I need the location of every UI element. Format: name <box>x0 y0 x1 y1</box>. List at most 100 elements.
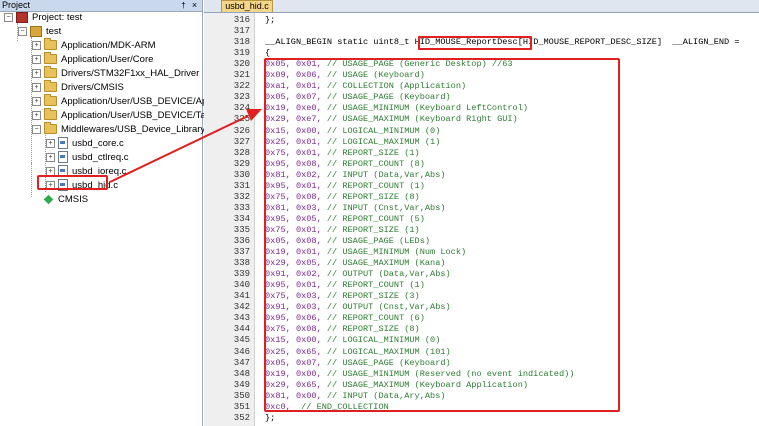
code-comment: // LOGICAL_MINIMUM (0) <box>321 125 441 136</box>
tree-item-drivers-cmsis[interactable]: + Drivers/CMSIS <box>32 80 124 95</box>
code-line: 0x25, 0x01, // LOGICAL_MAXIMUM (1) <box>265 137 440 148</box>
expand-icon[interactable]: + <box>32 40 41 50</box>
hex-values: 0xc0, <box>265 401 291 412</box>
expand-icon[interactable]: + <box>46 138 55 148</box>
code-comment: // LOGICAL_MAXIMUM (1) <box>321 136 441 147</box>
hex-values: 0x25, 0x01, <box>265 136 322 147</box>
code-line: 0x15, 0x00, // LOGICAL_MINIMUM (0) <box>265 126 440 137</box>
code-line: 0x95, 0x01, // REPORT_COUNT (1) <box>265 280 425 291</box>
tree-item-mdk-arm[interactable]: + Application/MDK-ARM <box>32 38 156 53</box>
expand-icon[interactable]: + <box>32 82 41 92</box>
collapse-icon[interactable]: − <box>4 12 13 22</box>
tree-item-label: Drivers/CMSIS <box>61 82 124 93</box>
code-comment: // REPORT_SIZE (1) <box>321 147 420 158</box>
line-number: 335 <box>233 224 250 235</box>
line-number: 340 <box>233 280 250 291</box>
code-comment: // OUTPUT (Cnst,Var,Abs) <box>321 302 451 313</box>
pin-icon[interactable]: † <box>179 0 188 11</box>
editor-pane: usbd_hid.c 316 317 318 319 320 321 322 323 324 32… <box>204 0 759 426</box>
code-comment: // COLLECTION (Application) <box>321 81 467 92</box>
line-number: 349 <box>233 379 250 390</box>
tree-item-user-core[interactable]: + Application/User/Core <box>32 52 153 67</box>
code-line: 0x75, 0x08, // REPORT_SIZE (8) <box>265 192 420 203</box>
line-number: 327 <box>233 136 250 147</box>
tree-item-target[interactable]: − test <box>18 25 61 39</box>
line-number: 321 <box>233 70 250 81</box>
line-number: 320 <box>233 59 250 70</box>
line-number: 331 <box>233 180 250 191</box>
hex-values: 0x29, 0x65, <box>265 379 322 390</box>
line-number: 323 <box>233 92 250 103</box>
line-number: 346 <box>233 346 250 357</box>
code-line: 0x19, 0x01, // USAGE_MINIMUM (Num Lock) <box>265 247 466 258</box>
file-highlight-box <box>37 175 108 190</box>
tree-item-project[interactable]: − Project: test <box>4 11 82 25</box>
hex-values: 0x91, 0x03, <box>265 302 322 313</box>
tree-item-cmsis[interactable]: CMSIS <box>32 193 88 207</box>
hex-values: 0x19, 0x01, <box>265 247 322 258</box>
hex-values: 0x95, 0x08, <box>265 158 322 169</box>
line-number: 345 <box>233 335 250 346</box>
code-line: __ALIGN_BEGIN static uint8_t HID_MOUSE_R… <box>265 37 739 48</box>
code-line: 0x81, 0x00, // INPUT (Data,Ary,Abs) <box>265 391 446 402</box>
code-comment: // USAGE_PAGE (Keyboard) <box>321 357 451 368</box>
collapse-icon[interactable]: − <box>18 26 27 36</box>
tree-item-label: usbd_core.c <box>72 138 124 149</box>
line-number: 347 <box>233 357 250 368</box>
hex-values: 0x75, 0x08, <box>265 324 322 335</box>
code-text: { <box>265 48 271 59</box>
code-line: 0x09, 0x06, // USAGE (Keyboard) <box>265 70 425 81</box>
line-number: 330 <box>233 169 250 180</box>
expand-icon[interactable]: + <box>32 68 41 78</box>
code-comment: // END_COLLECTION <box>290 401 389 412</box>
hex-values: 0xa1, 0x01, <box>265 81 322 92</box>
code-comment: // REPORT_COUNT (6) <box>321 313 425 324</box>
tree-item-usb-device-target[interactable]: + Application/User/USB_DEVICE/Target <box>32 108 223 123</box>
code-line: 0xa1, 0x01, // COLLECTION (Application) <box>265 81 466 92</box>
collapse-icon[interactable]: − <box>32 124 41 134</box>
line-number: 344 <box>233 324 250 335</box>
code-line: 0x75, 0x01, // REPORT_SIZE (1) <box>265 148 420 159</box>
code-line: 0x75, 0x08, // REPORT_SIZE (8) <box>265 324 420 335</box>
cmsis-icon <box>43 194 54 205</box>
tree-item-label: Drivers/STM32F1xx_HAL_Driver <box>61 68 200 79</box>
hex-values: 0x95, 0x01, <box>265 180 322 191</box>
code-comment: // REPORT_SIZE (1) <box>321 224 420 235</box>
project-panel: Project † × − Project: test − test + Applicat… <box>0 0 222 426</box>
line-number: 339 <box>233 269 250 280</box>
hex-values: 0x05, 0x01, <box>265 59 322 70</box>
panel-title: Project <box>2 0 31 10</box>
line-number: 352 <box>233 412 250 423</box>
hex-values: 0x25, 0x65, <box>265 346 322 357</box>
code-text: }; <box>265 412 276 423</box>
hex-values: 0x05, 0x07, <box>265 92 322 103</box>
close-icon[interactable]: × <box>190 0 199 11</box>
code-line: 0x05, 0x01, // USAGE_PAGE (Generic Deskt… <box>265 59 513 70</box>
line-number: 319 <box>233 48 250 59</box>
hex-values: 0x09, 0x06, <box>265 70 322 81</box>
tree-item-label: Middlewares/USB_Device_Library <box>61 124 206 135</box>
expand-icon[interactable]: + <box>32 96 41 106</box>
code-comment: // USAGE_PAGE (Keyboard) <box>321 92 451 103</box>
declaration-prefix: __ALIGN_BEGIN static uint8_t <box>265 37 415 48</box>
tree-item-hal-driver[interactable]: + Drivers/STM32F1xx_HAL_Driver <box>32 66 200 81</box>
folder-icon <box>44 94 57 107</box>
tree-item-label: Application/User/USB_DEVICE/Target <box>61 110 223 121</box>
line-number-gutter: 316 317 318 319 320 321 322 323 324 325 326 327 328 3… <box>204 13 255 426</box>
code-line: 0x05, 0x07, // USAGE_PAGE (Keyboard) <box>265 358 451 369</box>
tree-item-usb-device-library[interactable]: − Middlewares/USB_Device_Library <box>32 122 206 137</box>
expand-icon[interactable]: + <box>32 110 41 120</box>
expand-icon[interactable]: + <box>46 152 55 162</box>
tree-item-usbd-core[interactable]: + usbd_core.c <box>46 137 124 151</box>
line-number: 333 <box>233 202 250 213</box>
tree-item-usb-device-app[interactable]: + Application/User/USB_DEVICE/App <box>32 94 213 109</box>
expand-icon[interactable]: + <box>32 54 41 64</box>
hex-values: 0x95, 0x06, <box>265 313 322 324</box>
line-number: 325 <box>233 114 250 125</box>
hex-values: 0x75, 0x01, <box>265 224 322 235</box>
hex-values: 0x05, 0x08, <box>265 236 322 246</box>
tree-item-label: test <box>46 26 62 37</box>
tab-usbd-hid[interactable]: usbd_hid.c <box>221 0 273 12</box>
code-comment: // USAGE_MINIMUM (Keyboard LeftControl) <box>321 103 529 114</box>
tree-item-usbd-ctlreq[interactable]: + usbd_ctlreq.c <box>46 151 129 165</box>
